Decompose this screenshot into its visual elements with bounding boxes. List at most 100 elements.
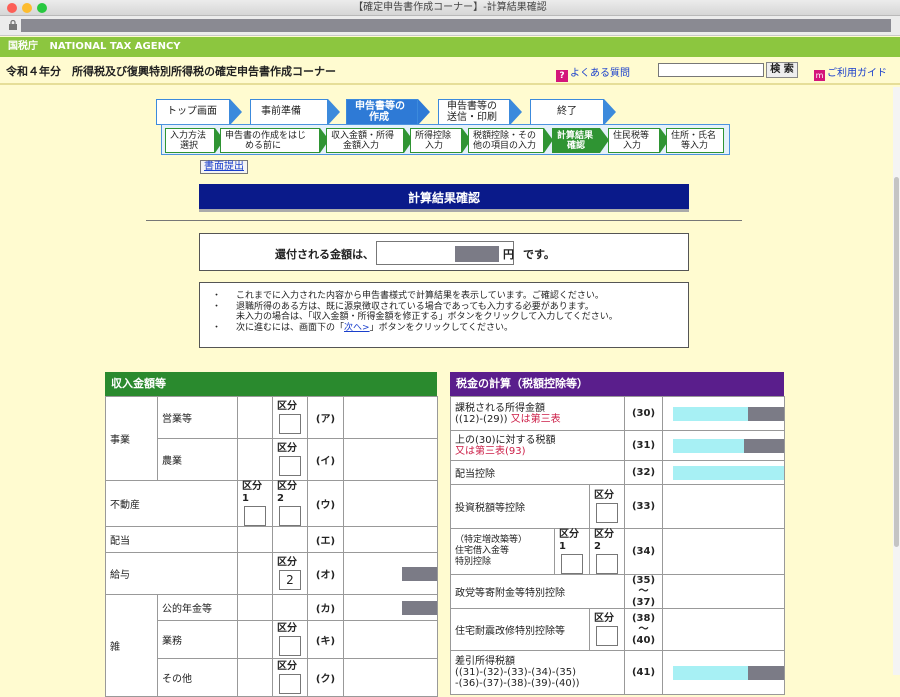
code-label: (33) (624, 484, 663, 529)
jigyo-label: 事業 (105, 396, 158, 481)
kubun-label: 区分 (594, 613, 614, 624)
search-input[interactable] (658, 63, 764, 77)
value-bar (673, 406, 784, 421)
nogyo-label: 農業 (157, 438, 238, 481)
kubun-label: 区分2 (594, 529, 614, 552)
kubun-input[interactable] (596, 503, 618, 523)
search-button[interactable]: 検 索 (766, 62, 798, 78)
step-label-line2: 送信・印刷 (447, 112, 497, 123)
zatsu-label: 雑 (105, 594, 158, 697)
sonota-label: その他 (157, 658, 238, 697)
substep-tax-credits[interactable]: 税額控除・その 他の項目の入力 (468, 128, 544, 153)
code-label: (カ) (307, 594, 344, 621)
window-title-bar: 【確定申告書作成コーナー】-計算結果確認 (0, 0, 900, 16)
substep-resident-tax[interactable]: 住民税等 入力 (608, 128, 660, 153)
note-text: これまでに入力された内容から申告書様式で計算結果を表示しています。ご確認ください… (236, 291, 604, 301)
table-row: 投資税額等控除 区分 (33) (450, 484, 785, 529)
kubun-label: 区分 (277, 661, 297, 672)
kubun-input[interactable] (279, 456, 301, 476)
help-guide-link[interactable]: m ご利用ガイド (814, 64, 887, 81)
step-arrow-icon (230, 99, 242, 125)
minimize-window-icon[interactable] (22, 3, 32, 13)
next-link[interactable]: 次へ> (344, 323, 370, 333)
step-send[interactable]: 申告書等の 送信・印刷 (438, 99, 510, 125)
kyuyo-label: 給与 (105, 552, 238, 595)
notes-box: ・これまでに入力された内容から申告書様式で計算結果を表示しています。ご確認くださ… (199, 282, 689, 348)
substep-line1: 住民税等 (613, 131, 650, 141)
substep-line2: 確認 (567, 141, 586, 151)
divider (146, 220, 742, 221)
url-field[interactable] (21, 19, 891, 32)
row-label: （特定増改築等） (455, 535, 528, 545)
kubun-input[interactable] (279, 506, 301, 526)
refund-amount-field (376, 241, 514, 265)
substep-line1: 計算結果 (557, 131, 594, 141)
scrollbar[interactable] (893, 87, 900, 675)
row-label: 住宅借入金等 (455, 546, 510, 556)
kubun-label: 区分 (277, 623, 297, 634)
substep-input-method[interactable]: 入力方法 選択 (165, 128, 215, 153)
step-prep[interactable]: 事前準備 (250, 99, 328, 125)
substep-line1: 収入金額・所得 (331, 131, 395, 141)
substep-income[interactable]: 収入金額・所得 金額入力 (326, 128, 404, 153)
row-label: 政党等寄附金等特別控除 (450, 574, 625, 609)
code-label: (キ) (307, 620, 344, 659)
kubun-input[interactable] (596, 626, 618, 646)
refund-label: 還付される金額は、 (275, 248, 374, 261)
code-label: (32) (624, 460, 663, 485)
note-item: ・次に進むには、画面下の「次へ>」ボタンをクリックしてください。 (212, 322, 514, 333)
close-window-icon[interactable] (7, 3, 17, 13)
substep-deductions[interactable]: 所得控除 入力 (410, 128, 462, 153)
kubun-input[interactable]: 2 (279, 570, 301, 590)
row-label: 差引所得税額 (455, 656, 515, 667)
kubun-label: 区分 (277, 443, 297, 454)
table-row: 給与 区分 2 (オ) (105, 552, 438, 595)
substep-calc-result[interactable]: 計算結果 確認 (552, 128, 600, 153)
code-label: (40) (631, 635, 656, 646)
code-label: (34) (624, 528, 663, 575)
redacted-value (748, 406, 784, 421)
row-label: -(36)-(37)-(38)-(39)-(40)) (455, 678, 580, 689)
zoom-window-icon[interactable] (37, 3, 47, 13)
faq-label: よくある質問 (570, 68, 630, 79)
substep-before-start[interactable]: 申告書の作成をはじ める前に (220, 128, 320, 153)
kubun-input[interactable] (279, 636, 301, 656)
kubun-input[interactable] (279, 414, 301, 434)
code-label: (ク) (307, 658, 344, 697)
substep-line2: 入力 (623, 141, 642, 151)
code-label: (35)～ (631, 575, 656, 597)
redacted-value (744, 438, 784, 453)
tax-section-header: 税金の計算（税額控除等） (450, 372, 784, 396)
kubun-input[interactable] (561, 554, 583, 574)
row-label: 住宅耐震改修特別控除等 (450, 608, 590, 651)
tax-table: 課税される所得金額 ((12)-(29)) 又は第三表 (30) 上の(30)に対… (450, 396, 785, 695)
value-bar (673, 438, 784, 453)
note-text: 次に進むには、画面下の「 (236, 322, 345, 333)
row-label-note: 又は第三表(93) (455, 445, 526, 457)
note-text: 」ボタンをクリックしてください。 (369, 322, 514, 333)
table-row: 課税される所得金額 ((12)-(29)) 又は第三表 (30) (450, 396, 785, 431)
kubun-input[interactable] (596, 554, 618, 574)
help-label: ご利用ガイド (827, 68, 887, 79)
lock-icon (9, 20, 17, 30)
step-label: 事前準備 (261, 106, 301, 117)
window-title: 【確定申告書作成コーナー】-計算結果確認 (353, 2, 547, 13)
kubun-input[interactable] (244, 506, 266, 526)
substep-line1: 所得控除 (415, 131, 452, 141)
faq-link[interactable]: ? よくある質問 (556, 64, 630, 82)
code-label: (31) (624, 430, 663, 461)
substep-address[interactable]: 住所・氏名 等入力 (666, 128, 724, 153)
step-top[interactable]: トップ画面 (156, 99, 230, 125)
paper-submit-button[interactable]: 書面提出 (200, 160, 248, 174)
kubun-input[interactable] (279, 674, 301, 694)
step-end[interactable]: 終了 (530, 99, 604, 125)
step-create[interactable]: 申告書等の 作成 (346, 99, 418, 125)
note-item: ・これまでに入力された内容から申告書様式で計算結果を表示しています。ご確認くださ… (212, 291, 604, 301)
code-label: (ア) (307, 396, 344, 439)
row-label: 投資税額等控除 (450, 484, 590, 529)
income-table: 事業 営業等 区分 (ア) 農業 区分 (イ) 不動産 区分1 区分2 (ウ) … (105, 396, 438, 697)
step-arrow-icon (328, 99, 340, 125)
scrollbar-thumb[interactable] (894, 177, 899, 547)
row-label: ((12)-(29)) (455, 413, 508, 425)
substep-line2: 金額入力 (343, 141, 380, 151)
